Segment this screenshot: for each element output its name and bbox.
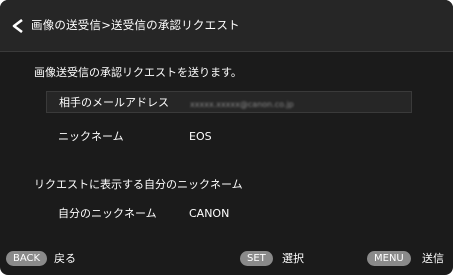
button-guide-bar: BACK 戻る SET 選択 MENU 送信 bbox=[0, 249, 453, 269]
nickname-field[interactable]: ニックネーム EOS bbox=[46, 126, 412, 148]
back-arrow-icon[interactable] bbox=[12, 18, 24, 34]
description-text: 画像送受信の承認リクエストを送ります。 bbox=[34, 66, 242, 79]
nickname-value: EOS bbox=[189, 130, 212, 143]
own-nickname-field[interactable]: 自分のニックネーム CANON bbox=[46, 203, 412, 225]
own-nickname-section-title: リクエストに表示する自分のニックネーム bbox=[34, 178, 243, 191]
menu-label: 送信 bbox=[422, 252, 444, 265]
camera-screen: 画像の送受信>送受信の承認リクエスト 画像送受信の承認リクエストを送ります。 相… bbox=[0, 0, 453, 275]
title-bar: 画像の送受信>送受信の承認リクエスト bbox=[0, 0, 453, 52]
back-label: 戻る bbox=[54, 252, 76, 265]
back-button[interactable]: BACK bbox=[6, 251, 48, 266]
own-nickname-value: CANON bbox=[189, 207, 230, 220]
email-address-field[interactable]: 相手のメールアドレス xxxxx.xxxxx@canon.co.jp bbox=[46, 91, 412, 113]
set-button[interactable]: SET bbox=[240, 251, 273, 266]
menu-button[interactable]: MENU bbox=[367, 251, 411, 266]
nickname-label: ニックネーム bbox=[58, 130, 124, 143]
email-address-label: 相手のメールアドレス bbox=[59, 96, 169, 109]
page-title: 画像の送受信>送受信の承認リクエスト bbox=[31, 18, 240, 32]
set-label: 選択 bbox=[282, 252, 304, 265]
email-address-value: xxxxx.xxxxx@canon.co.jp bbox=[190, 100, 294, 109]
own-nickname-label: 自分のニックネーム bbox=[58, 207, 157, 220]
